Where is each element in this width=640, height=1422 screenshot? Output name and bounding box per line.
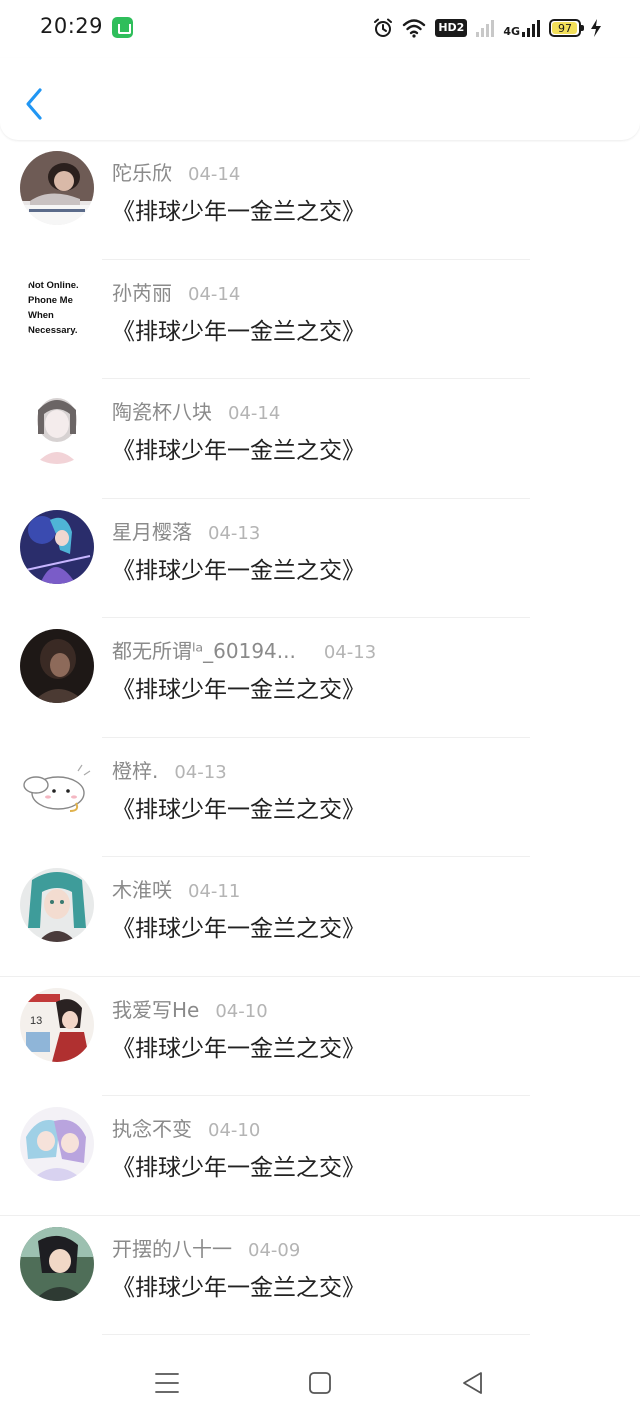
list-item[interactable]: 陶瓷杯八块 04-14 《排球少年一金兰之交》	[0, 379, 640, 499]
chevron-left-icon[interactable]	[22, 86, 48, 122]
avatar[interactable]	[20, 1107, 94, 1181]
comment-text: 《排球少年一金兰之交》	[112, 438, 365, 464]
list-item[interactable]: 橙梓. 04-13 《排球少年一金兰之交》	[0, 738, 640, 857]
list-item[interactable]: 星月樱落 04-13 《排球少年一金兰之交》	[0, 499, 640, 618]
comment-author: 开摆的八十一 04-09	[112, 1236, 301, 1261]
status-bar: 20:29 HD2 4G 97	[0, 0, 640, 58]
avatar[interactable]	[20, 868, 94, 942]
status-icons: HD2 4G 97	[373, 16, 602, 40]
list-item[interactable]: 都无所谓ˡᵃ_60194... 04-13 《排球少年一金兰之交》	[0, 618, 640, 738]
avatar[interactable]: Not Online. Phone Me When Necessary.	[20, 270, 94, 345]
network-type: 4G	[503, 25, 520, 38]
comment-text: 《排球少年一金兰之交》	[112, 1035, 365, 1062]
comment-date: 04-10	[215, 1000, 268, 1022]
svg-text:Not Online.: Not Online.	[28, 280, 79, 291]
avatar[interactable]	[20, 390, 94, 464]
system-nav-bar	[0, 1342, 640, 1422]
svg-text:13: 13	[30, 1015, 42, 1027]
comment-text: 《排球少年一金兰之交》	[112, 916, 365, 942]
comment-author: 木淮咲 04-11	[112, 878, 241, 902]
comment-date: 04-10	[208, 1120, 261, 1141]
comment-author: 陶瓷杯八块 04-14	[112, 400, 281, 424]
back-triangle-icon[interactable]	[458, 1368, 488, 1398]
signal-icon: 4G	[503, 19, 540, 37]
avatar[interactable]: 13	[20, 987, 94, 1062]
comment-author: 橙梓. 04-13	[112, 758, 227, 783]
list-item[interactable]: 执念不变 04-10 《排球少年一金兰之交》	[0, 1096, 640, 1216]
comment-date: 04-09	[248, 1239, 301, 1261]
comment-text: 《排球少年一金兰之交》	[112, 557, 365, 584]
comment-date: 04-13	[323, 642, 377, 663]
list-item[interactable]: 开摆的八十一 04-09 《排球少年一金兰之交》	[0, 1216, 640, 1335]
avatar[interactable]	[20, 629, 94, 703]
comment-author: 都无所谓ˡᵃ_60194... 04-13	[112, 639, 377, 663]
signal-icon	[476, 19, 495, 37]
divider	[102, 1334, 530, 1335]
avatar[interactable]	[20, 1226, 94, 1301]
battery-level: 97	[558, 21, 572, 35]
charging-icon	[591, 19, 601, 37]
alarm-icon	[374, 18, 393, 37]
comment-text: 《排球少年一金兰之交》	[112, 677, 365, 703]
status-time: 20:29	[40, 14, 104, 38]
list-item[interactable]: 13 我爱写He 04-10 《排球少年一金兰之交》	[0, 977, 640, 1096]
list-item[interactable]: Not Online. Phone Me When Necessary. 孙芮丽…	[0, 260, 640, 379]
list-item[interactable]: 陀乐欣 04-14 《排球少年一金兰之交》	[0, 140, 640, 260]
wechat-app-icon	[112, 17, 133, 38]
menu-icon[interactable]	[152, 1368, 182, 1398]
comment-author: 孙芮丽 04-14	[112, 280, 241, 305]
avatar[interactable]	[20, 748, 94, 823]
comment-date: 04-11	[188, 881, 241, 902]
avatar[interactable]	[20, 509, 94, 584]
comment-date: 04-13	[174, 761, 227, 783]
battery-icon: 97	[549, 19, 584, 37]
svg-text:Phone Me: Phone Me	[28, 295, 73, 306]
comment-author: 陀乐欣 04-14	[112, 161, 241, 185]
comment-text: 《排球少年一金兰之交》	[112, 199, 365, 225]
comment-text: 《排球少年一金兰之交》	[112, 1274, 365, 1301]
svg-text:Necessary.: Necessary.	[28, 325, 77, 336]
comment-text: 《排球少年一金兰之交》	[112, 1155, 365, 1181]
comment-author: 执念不变 04-10	[112, 1117, 261, 1141]
list-item[interactable]: 木淮咲 04-11 《排球少年一金兰之交》	[0, 857, 640, 977]
comment-date: 04-14	[188, 164, 241, 185]
comment-text: 《排球少年一金兰之交》	[112, 318, 365, 345]
wifi-icon	[403, 19, 426, 38]
comment-date: 04-14	[228, 403, 281, 424]
avatar[interactable]	[20, 151, 94, 225]
comment-date: 04-14	[188, 283, 241, 305]
home-icon[interactable]	[305, 1368, 335, 1398]
top-bar	[0, 58, 640, 140]
comment-date: 04-13	[208, 522, 261, 544]
comment-text: 《排球少年一金兰之交》	[112, 796, 365, 823]
comment-list: 陀乐欣 04-14 《排球少年一金兰之交》 Not Online. Phone M…	[0, 140, 640, 1335]
svg-text:When: When	[28, 310, 54, 321]
comment-author: 星月樱落 04-13	[112, 519, 261, 544]
hd-badge: HD2	[435, 19, 468, 37]
comment-author: 我爱写He 04-10	[112, 997, 268, 1022]
